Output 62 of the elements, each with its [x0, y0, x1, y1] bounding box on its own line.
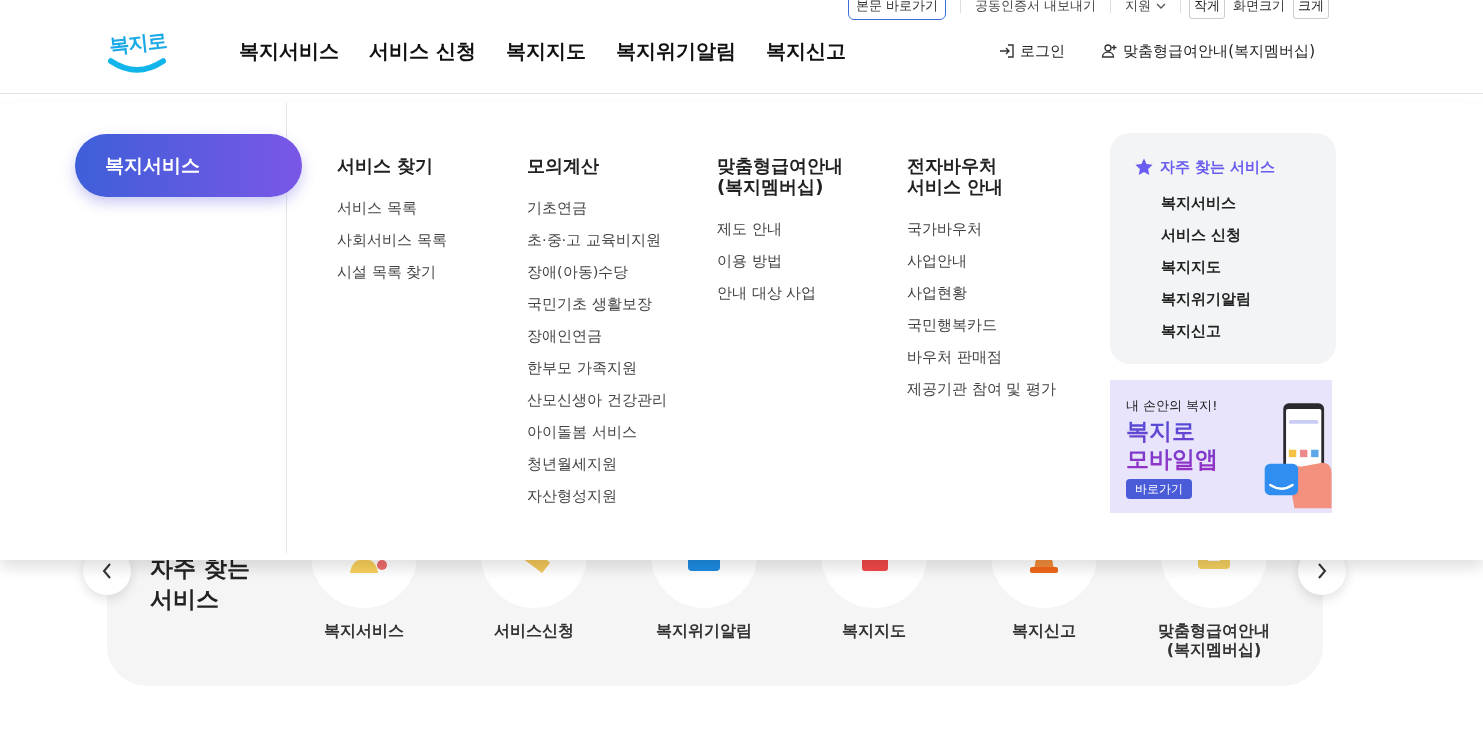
chevron-down-icon — [1156, 3, 1166, 9]
menu-link[interactable]: 안내 대상 사업 — [717, 283, 817, 303]
menu-link[interactable]: 국가바우처 — [907, 219, 982, 239]
favorite-link[interactable]: 복지위기알림 — [1134, 283, 1316, 315]
nav-item[interactable]: 서비스 신청 — [369, 37, 476, 65]
menu-link[interactable]: 사회서비스 목록 — [337, 230, 447, 250]
skip-link[interactable]: 본문 바로가기 — [847, 0, 946, 20]
service-label[interactable]: 복지위기알림 — [656, 621, 752, 640]
nav-item[interactable]: 복지위기알림 — [615, 37, 736, 65]
menu-link[interactable]: 초·중·고 교육비지원 — [527, 230, 661, 250]
service-label[interactable]: 복지신고 — [1012, 621, 1076, 640]
menu-link[interactable]: 사업안내 — [907, 251, 967, 271]
column-title: 맞춤형급여안내 (복지멤버십) — [717, 155, 844, 197]
menu-link[interactable]: 기초연금 — [527, 198, 587, 218]
star-icon — [1134, 157, 1154, 177]
menu-link[interactable]: 사업현황 — [907, 283, 967, 303]
menu-link[interactable]: 장애(아동)수당 — [527, 262, 629, 282]
add-user-icon — [1101, 42, 1120, 60]
login-link[interactable]: 로그인 — [998, 41, 1066, 61]
service-label[interactable]: 맞춤형급여안내 (복지멤버십) — [1158, 621, 1270, 659]
panel-title: 자주 찾는 서비스 — [1160, 157, 1276, 177]
membership-link[interactable]: 맞춤형급여안내(복지멤버십) — [1101, 41, 1315, 61]
column-title: 서비스 찾기 — [337, 155, 435, 176]
nav-item[interactable]: 복지지도 — [505, 37, 586, 65]
nav-item[interactable]: 복지서비스 — [239, 37, 339, 65]
menu-link[interactable]: 바우처 판매점 — [907, 347, 1002, 367]
favorite-link[interactable]: 복지서비스 — [1134, 187, 1316, 219]
section-title: 자주 찾는 서비스 — [150, 554, 251, 614]
service-label[interactable]: 서비스신청 — [494, 621, 574, 640]
menu-link[interactable]: 시설 목록 찾기 — [337, 262, 437, 282]
service-label[interactable]: 복지서비스 — [324, 621, 404, 640]
favorite-link[interactable]: 복지신고 — [1134, 315, 1316, 347]
menu-link[interactable]: 국민기초 생활보장 — [527, 294, 652, 314]
certificate-link[interactable]: 공동인증서 내보내기 — [974, 0, 1096, 15]
favorite-link[interactable]: 복지지도 — [1134, 251, 1316, 283]
menu-link[interactable]: 제도 안내 — [717, 219, 782, 239]
menu-link[interactable]: 한부모 가족지원 — [527, 358, 637, 378]
font-size-label: 화면크기 — [1233, 0, 1285, 15]
column-title: 모의계산 — [527, 155, 600, 176]
menu-link[interactable]: 제공기관 참여 및 평가 — [907, 379, 1056, 399]
category-tab[interactable]: 복지서비스 — [75, 134, 302, 197]
support-dropdown[interactable]: 지원 — [1125, 0, 1166, 15]
menu-link[interactable]: 서비스 목록 — [337, 198, 417, 218]
menu-link[interactable]: 국민행복카드 — [907, 315, 997, 335]
chevron-left-icon — [101, 561, 113, 581]
menu-link[interactable]: 산모신생아 건강관리 — [527, 390, 667, 410]
font-size-button[interactable]: 크게 — [1293, 0, 1329, 19]
font-size-button[interactable]: 작게 — [1189, 0, 1225, 19]
menu-link[interactable]: 이용 방법 — [717, 251, 782, 271]
column-title: 전자바우처 서비스 안내 — [907, 155, 1005, 197]
go-button[interactable]: 바로가기 — [1126, 479, 1192, 499]
menu-link[interactable]: 장애인연금 — [527, 326, 602, 346]
login-icon — [998, 42, 1017, 60]
chevron-right-icon — [1316, 561, 1328, 581]
menu-link[interactable]: 아이돌봄 서비스 — [527, 422, 637, 442]
nav-item[interactable]: 복지신고 — [765, 37, 846, 65]
menu-link[interactable]: 자산형성지원 — [527, 486, 617, 506]
app-banner[interactable]: 내 손안의 복지! 복지로 모바일앱 바로가기 — [1110, 380, 1332, 513]
service-label[interactable]: 복지지도 — [842, 621, 906, 640]
menu-link[interactable]: 청년월세지원 — [527, 454, 617, 474]
favorite-link[interactable]: 서비스 신청 — [1134, 219, 1316, 251]
banner-tagline: 내 손안의 복지! — [1126, 397, 1219, 415]
